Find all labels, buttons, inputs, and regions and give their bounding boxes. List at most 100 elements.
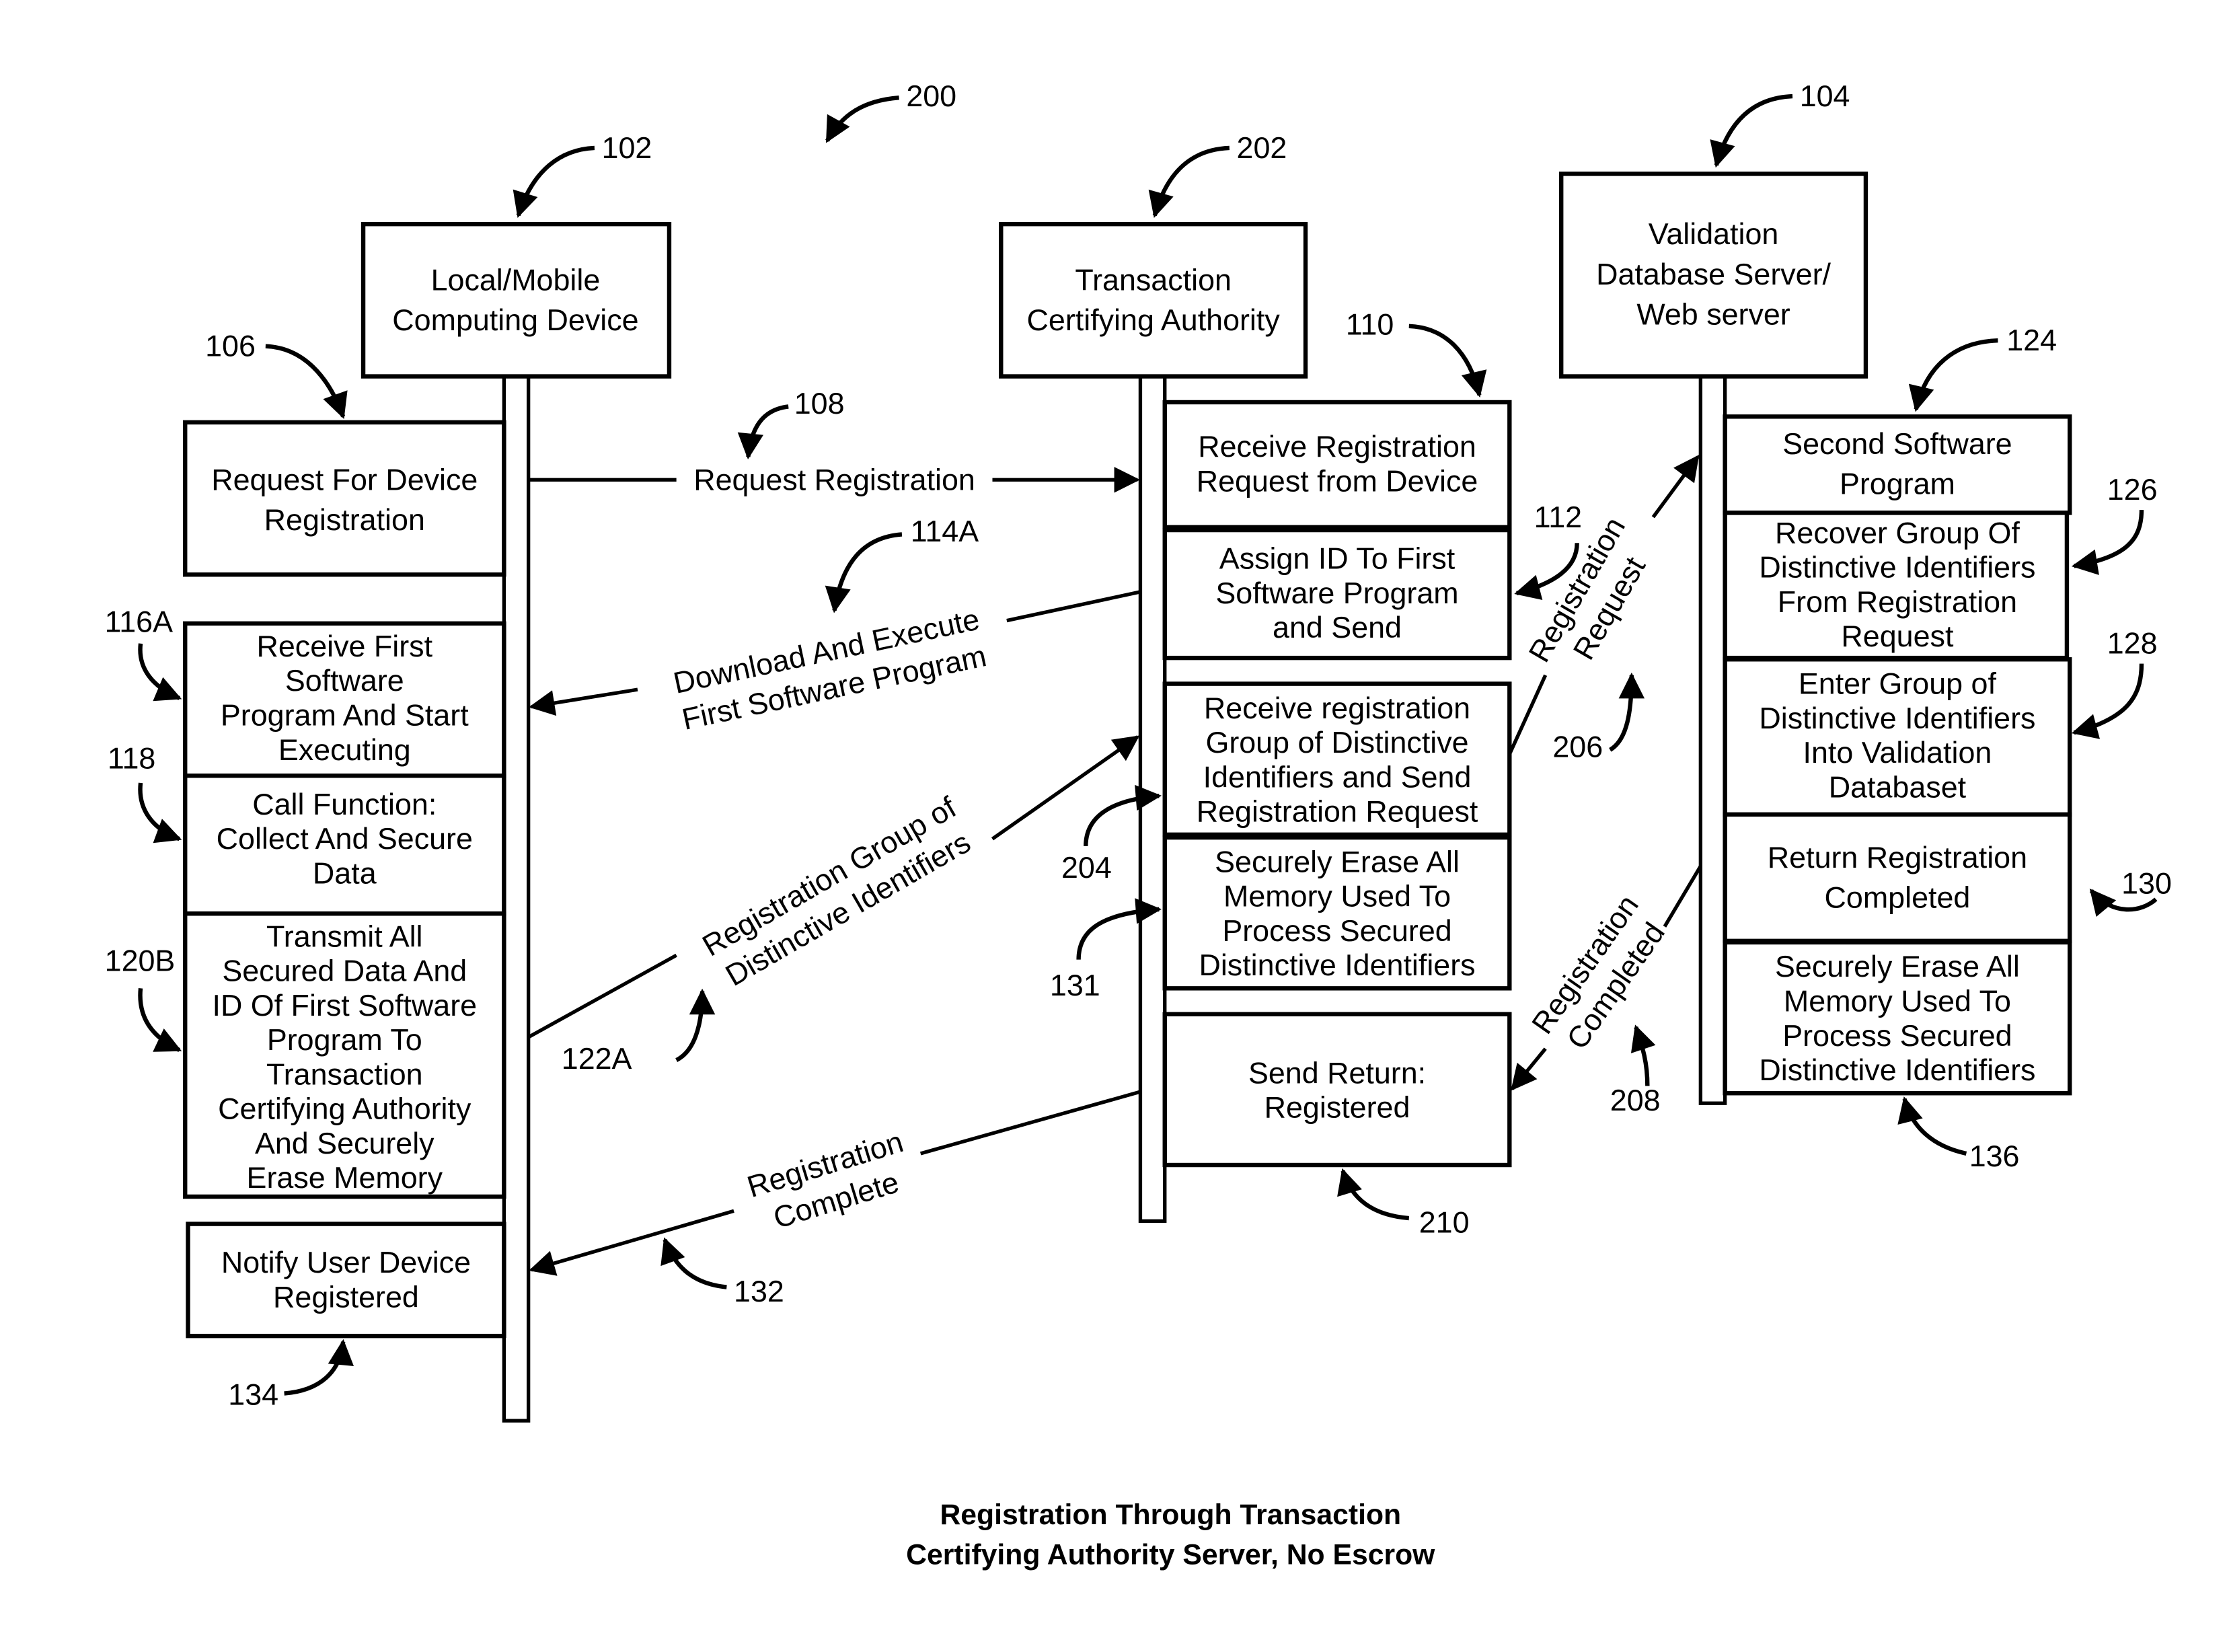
step-text: Call Function: — [252, 787, 437, 821]
step-text: Registration Request — [1197, 794, 1478, 829]
actor-server-line-2: Database Server/ — [1596, 257, 1831, 291]
ref-136-label: 136 — [1969, 1139, 2020, 1173]
ref-134: 134 — [228, 1339, 354, 1412]
step-112-assign-id: Assign ID To First Software Program and … — [1162, 527, 1512, 661]
step-text: Data — [313, 856, 377, 890]
step-text: Program To — [267, 1022, 422, 1057]
ref-124-label: 124 — [2006, 323, 2057, 357]
step-text: From Registration — [1778, 585, 2017, 619]
step-text: Process Secured — [1222, 913, 1451, 948]
ref-202: 202 — [1148, 130, 1287, 219]
step-204-receive-group-send-request: Receive registration Group of Distinctiv… — [1162, 681, 1512, 837]
ref-118-label: 118 — [108, 741, 155, 776]
actor-device-line-1: Local/Mobile — [431, 262, 601, 297]
step-text: Program — [1840, 467, 1955, 501]
ref-108-label: 108 — [794, 386, 845, 420]
sequence-diagram: 200 Local/Mobile Computing Device Transa… — [105, 79, 2172, 1571]
ref-131-label: 131 — [1050, 968, 1100, 1002]
step-text: Collect And Secure — [217, 821, 473, 856]
step-text: Recover Group Of — [1775, 515, 2020, 550]
step-text: Second Software — [1782, 426, 2012, 461]
step-106-request-registration: Request For Device Registration — [183, 420, 506, 577]
step-126-recover-group: Recover Group Of Distinctive Identifiers… — [1723, 511, 2070, 661]
ref-126-label: 126 — [2107, 472, 2158, 506]
step-text: Return Registration — [1768, 840, 2027, 874]
step-text: Request — [1841, 619, 1954, 653]
message-114A-download-execute: Download And Execute First Software Prog… — [529, 514, 1141, 737]
figure-caption: Registration Through Transaction Certify… — [906, 1499, 1435, 1571]
step-text: And Securely — [255, 1126, 435, 1160]
step-text: Program And Start — [221, 698, 469, 733]
ref-106-label: 106 — [205, 329, 256, 363]
step-text: Receive Registration — [1198, 429, 1476, 463]
step-130-return-completed: Return Registration Completed — [1723, 812, 2072, 944]
step-text: Request from Device — [1197, 463, 1478, 498]
ref-110-label: 110 — [1346, 307, 1394, 342]
caption-line-1: Registration Through Transaction — [940, 1499, 1401, 1531]
ref-130-label: 130 — [2121, 866, 2172, 900]
step-text: Transmit All — [266, 919, 422, 953]
actor-server-line-1: Validation — [1649, 217, 1779, 251]
step-118-collect-secure-data: Call Function: Collect And Secure Data — [183, 774, 506, 916]
step-text: Completed — [1825, 880, 1971, 915]
step-text: Memory Used To — [1223, 879, 1451, 913]
step-text: and Send — [1273, 610, 1402, 644]
step-text: Securely Erase All — [1215, 844, 1460, 878]
step-text: Process Secured — [1782, 1018, 2012, 1053]
step-110-receive-registration-request: Receive Registration Request from Device — [1162, 400, 1512, 529]
ref-104-label: 104 — [1800, 79, 1850, 113]
step-text: Request For Device — [211, 462, 478, 496]
message-122A-registration-group: Registration Group of Distinctive Identi… — [527, 735, 1140, 1076]
step-text: Send Return: — [1248, 1055, 1426, 1090]
ref-114A-label: 114A — [911, 514, 979, 548]
step-128-enter-group: Enter Group of Distinctive Identifiers I… — [1723, 657, 2072, 817]
step-text: Distinctive Identifiers — [1759, 550, 2035, 585]
step-134-notify-registered: Notify User Device Registered — [186, 1222, 506, 1339]
message-132-registration-complete: Registration Complete 132 — [529, 1090, 1141, 1308]
step-text: Distinctive Identifiers — [1759, 1053, 2035, 1087]
ref-118: 118 — [108, 741, 182, 843]
actor-authority: Transaction Certifying Authority — [999, 221, 1308, 379]
ref-110: 110 — [1346, 307, 1487, 398]
ref-208-label: 208 — [1610, 1083, 1661, 1117]
actor-server: Validation Database Server/ Web server — [1558, 172, 1868, 379]
message-208-registration-completed: Registration Completed 208 — [1511, 865, 1702, 1117]
ref-116A-label: 116A — [105, 605, 173, 639]
ref-204-label: 204 — [1061, 850, 1112, 885]
ref-128-label: 128 — [2107, 626, 2158, 661]
ref-112-label: 112 — [1534, 500, 1582, 534]
caption-line-2: Certifying Authority Server, No Escrow — [906, 1539, 1435, 1571]
step-text: Software — [285, 663, 404, 698]
ref-120B-label: 120B — [105, 944, 176, 978]
ref-106: 106 — [205, 329, 348, 419]
step-131-securely-erase: Securely Erase All Memory Used To Proces… — [1162, 835, 1512, 991]
actor-device-line-2: Computing Device — [392, 303, 638, 337]
step-136-securely-erase: Securely Erase All Memory Used To Proces… — [1723, 940, 2072, 1096]
step-text: Securely Erase All — [1775, 949, 2020, 983]
message-label: Request Registration — [693, 462, 975, 496]
step-text: Memory Used To — [1784, 983, 2011, 1018]
step-text: Receive registration — [1204, 691, 1470, 725]
ref-124: 124 — [1908, 323, 2057, 412]
actor-authority-line-1: Transaction — [1075, 262, 1232, 297]
actor-server-line-3: Web server — [1636, 297, 1790, 332]
ref-202-label: 202 — [1237, 130, 1287, 165]
step-text: Databaset — [1829, 769, 1967, 804]
step-text: Enter Group of — [1799, 667, 1997, 701]
ref-102: 102 — [513, 130, 652, 219]
message-108-request-registration: Request Registration 108 — [528, 386, 1141, 496]
step-text: Distinctive Identifiers — [1759, 701, 2035, 735]
step-text: Registered — [1264, 1090, 1410, 1125]
step-text: Distinctive Identifiers — [1199, 948, 1475, 982]
actor-device: Local/Mobile Computing Device — [361, 221, 672, 379]
ref-130: 130 — [2089, 866, 2172, 917]
step-text: Software Program — [1215, 576, 1458, 610]
step-116A-receive-first-software: Receive First Software Program And Start… — [183, 621, 506, 778]
ref-120B: 120B — [105, 944, 182, 1053]
step-text: Assign ID To First — [1219, 541, 1456, 576]
ref-134-label: 134 — [228, 1378, 278, 1412]
step-text: Erase Memory — [247, 1160, 443, 1195]
ref-122A-label: 122A — [562, 1041, 632, 1076]
ref-132-label: 132 — [734, 1274, 784, 1308]
step-text: Receive First — [257, 629, 433, 663]
